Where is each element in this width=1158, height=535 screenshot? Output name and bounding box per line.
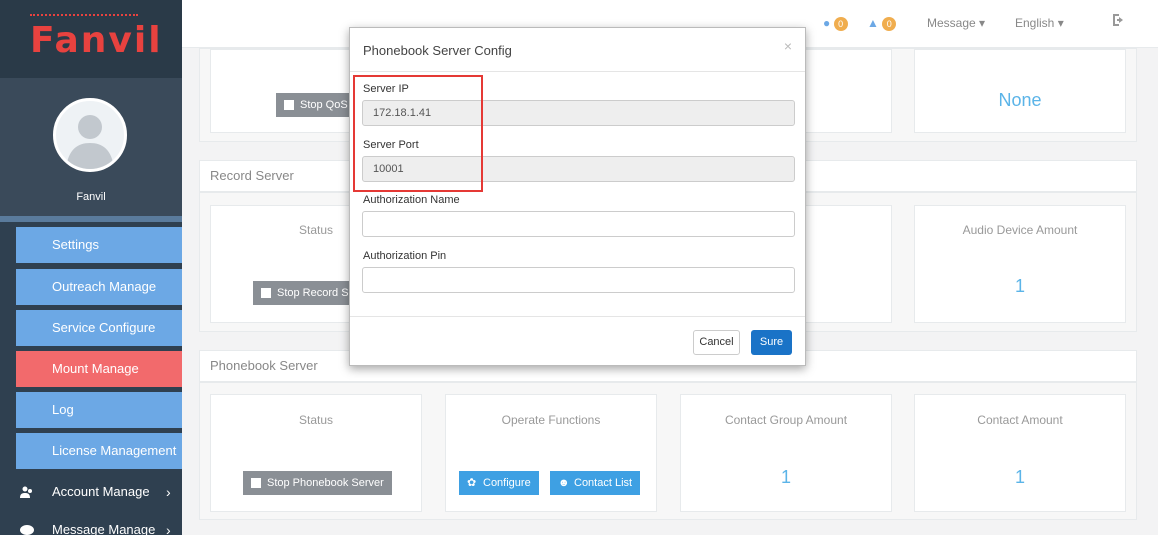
sidebar-item-license-management[interactable]: License Management bbox=[16, 433, 182, 469]
stop-icon bbox=[261, 288, 271, 298]
chat-icon: ● bbox=[823, 16, 831, 30]
qos-right-card: None bbox=[914, 49, 1126, 133]
cancel-button[interactable]: Cancel bbox=[693, 330, 740, 355]
audio-device-label: Audio Device Amount bbox=[962, 223, 1078, 237]
highlight-box bbox=[353, 75, 483, 192]
messages-indicator[interactable]: ● 0 bbox=[823, 16, 848, 31]
auth-name-field[interactable] bbox=[362, 211, 795, 237]
bell-icon: ▲ bbox=[867, 16, 879, 30]
divider bbox=[350, 316, 805, 317]
contact-amount-value: 1 bbox=[1014, 467, 1025, 487]
button-label: Configure bbox=[483, 477, 531, 489]
message-dropdown[interactable]: Message ▾ bbox=[927, 16, 985, 30]
sidebar-item-label: Message Manage bbox=[52, 522, 156, 535]
alert-count-badge: 0 bbox=[882, 17, 897, 31]
stop-phonebook-server-button[interactable]: Stop Phonebook Server bbox=[243, 471, 392, 495]
stop-icon bbox=[251, 478, 261, 488]
contact-amount-label: Contact Amount bbox=[977, 413, 1063, 427]
sidebar-item-message-manage[interactable]: Message Manage › bbox=[0, 512, 182, 535]
user-silhouette-icon bbox=[66, 115, 114, 169]
auth-pin-field[interactable] bbox=[362, 267, 795, 293]
users-icon bbox=[20, 486, 32, 498]
phonebook-config-modal: Phonebook Server Config × Server IP Serv… bbox=[349, 27, 806, 366]
audio-device-value: 1 bbox=[1014, 276, 1025, 296]
nav-divider bbox=[0, 216, 182, 222]
button-label: Contact List bbox=[574, 477, 633, 489]
phonebook-status-label: Status bbox=[298, 413, 334, 427]
operate-functions-label: Operate Functions bbox=[501, 413, 601, 427]
profile-panel: Fanvil bbox=[0, 78, 182, 216]
users-icon: ☻ bbox=[558, 477, 570, 489]
divider bbox=[350, 71, 805, 72]
language-dropdown[interactable]: English ▾ bbox=[1015, 16, 1064, 30]
contact-amount-card: Contact Amount 1 bbox=[914, 394, 1126, 512]
qos-right-value: None bbox=[998, 90, 1042, 110]
sidebar-item-outreach-manage[interactable]: Outreach Manage bbox=[16, 269, 182, 305]
sidebar-item-service-configure[interactable]: Service Configure bbox=[16, 310, 182, 346]
close-icon[interactable]: × bbox=[784, 38, 792, 54]
modal-title: Phonebook Server Config bbox=[363, 43, 512, 58]
button-label: Stop Phonebook Server bbox=[267, 477, 384, 489]
configure-button[interactable]: ✿ Configure bbox=[459, 471, 539, 495]
chevron-right-icon: › bbox=[166, 522, 171, 535]
audio-device-card: Audio Device Amount 1 bbox=[914, 205, 1126, 323]
gear-icon: ✿ bbox=[467, 477, 477, 489]
avatar[interactable] bbox=[53, 98, 127, 172]
chat-icon bbox=[20, 525, 34, 535]
phonebook-status-card: Status Stop Phonebook Server bbox=[210, 394, 422, 512]
sidebar: Fanvil Fanvil Settings Outreach Manage S… bbox=[0, 0, 182, 535]
sidebar-item-settings[interactable]: Settings bbox=[16, 227, 182, 263]
sure-button[interactable]: Sure bbox=[751, 330, 792, 355]
phonebook-server-panel: Status Stop Phonebook Server Operate Fun… bbox=[199, 382, 1137, 520]
sidebar-item-mount-manage[interactable]: Mount Manage bbox=[16, 351, 182, 387]
sidebar-item-log[interactable]: Log bbox=[16, 392, 182, 428]
user-name: Fanvil bbox=[76, 191, 106, 203]
auth-name-label: Authorization Name bbox=[363, 194, 460, 206]
stop-record-server-button[interactable]: Stop Record Se bbox=[253, 281, 351, 305]
button-label: Stop QoS bbox=[300, 99, 348, 111]
contact-group-label: Contact Group Amount bbox=[724, 413, 848, 427]
button-label: Stop Record Se bbox=[277, 287, 351, 299]
sidebar-item-account-manage[interactable]: Account Manage › bbox=[0, 474, 182, 510]
brand-logo: Fanvil bbox=[30, 14, 163, 61]
contact-list-button[interactable]: ☻ Contact List bbox=[550, 471, 641, 495]
chevron-right-icon: › bbox=[166, 484, 171, 500]
operate-functions-card: Operate Functions ✿ Configure ☻ Contact … bbox=[445, 394, 657, 512]
sidebar-item-label: Account Manage bbox=[52, 484, 150, 499]
logout-icon[interactable] bbox=[1111, 12, 1127, 31]
stop-icon bbox=[284, 100, 294, 110]
logo-bar: Fanvil bbox=[0, 0, 182, 78]
auth-pin-label: Authorization Pin bbox=[363, 250, 447, 262]
message-count-badge: 0 bbox=[833, 17, 848, 31]
contact-group-value: 1 bbox=[780, 467, 791, 487]
alerts-indicator[interactable]: ▲ 0 bbox=[867, 16, 897, 31]
contact-group-card: Contact Group Amount 1 bbox=[680, 394, 892, 512]
stop-qos-button[interactable]: Stop QoS bbox=[276, 93, 356, 117]
